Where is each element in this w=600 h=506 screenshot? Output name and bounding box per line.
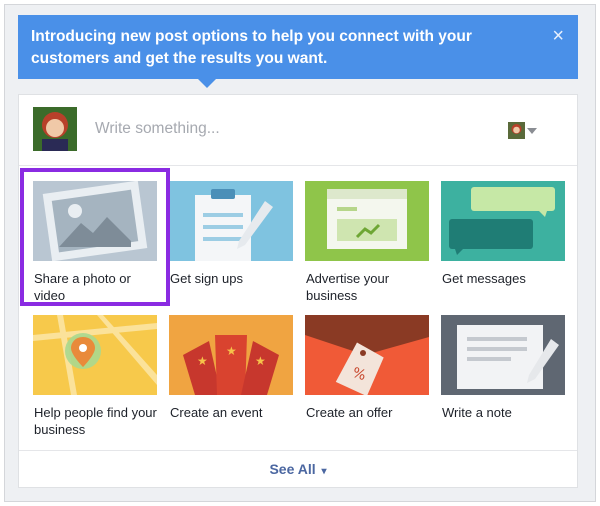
option-label: Advertise your business — [306, 271, 390, 303]
advertise-icon — [305, 181, 429, 261]
composer[interactable]: Write something... — [19, 95, 577, 166]
option-label: Get messages — [442, 271, 526, 286]
svg-text:★: ★ — [255, 354, 266, 368]
selected-option-highlight — [20, 168, 170, 306]
write-something-input[interactable]: Write something... — [95, 120, 220, 138]
option-get-sign-ups[interactable]: Get sign ups — [169, 181, 293, 287]
chevron-down-icon[interactable] — [527, 128, 537, 134]
svg-text:★: ★ — [226, 344, 237, 358]
option-label: Help people find your business — [34, 405, 157, 437]
option-get-messages[interactable]: Get messages — [441, 181, 565, 287]
option-help-find-business[interactable]: Help people find your business — [33, 315, 157, 438]
clipboard-icon — [169, 181, 293, 261]
banner-text: Introducing new post options to help you… — [31, 28, 472, 67]
chevron-down-icon[interactable]: ▾ — [322, 466, 327, 477]
offer-tag-icon: % — [305, 315, 429, 395]
option-create-event[interactable]: ★ ★ ★ Create an event — [169, 315, 293, 421]
option-label: Write a note — [442, 405, 512, 420]
banner-pointer — [198, 79, 216, 88]
option-label: Create an event — [170, 405, 263, 420]
option-label: Create an offer — [306, 405, 393, 420]
event-tickets-icon: ★ ★ ★ — [169, 315, 293, 395]
audience-avatar[interactable] — [508, 122, 525, 139]
messages-icon — [441, 181, 565, 261]
map-pin-icon — [33, 315, 157, 395]
avatar — [33, 107, 77, 151]
intro-banner: Introducing new post options to help you… — [18, 15, 578, 88]
option-advertise[interactable]: Advertise your business — [305, 181, 429, 304]
see-all-footer[interactable]: See All ▾ — [19, 450, 577, 487]
note-icon — [441, 315, 565, 395]
option-create-offer[interactable]: % Create an offer — [305, 315, 429, 421]
close-icon[interactable]: × — [552, 25, 564, 47]
see-all-link[interactable]: See All — [269, 461, 315, 477]
option-label: Get sign ups — [170, 271, 243, 286]
option-write-note[interactable]: Write a note — [441, 315, 565, 421]
svg-text:★: ★ — [197, 354, 208, 368]
